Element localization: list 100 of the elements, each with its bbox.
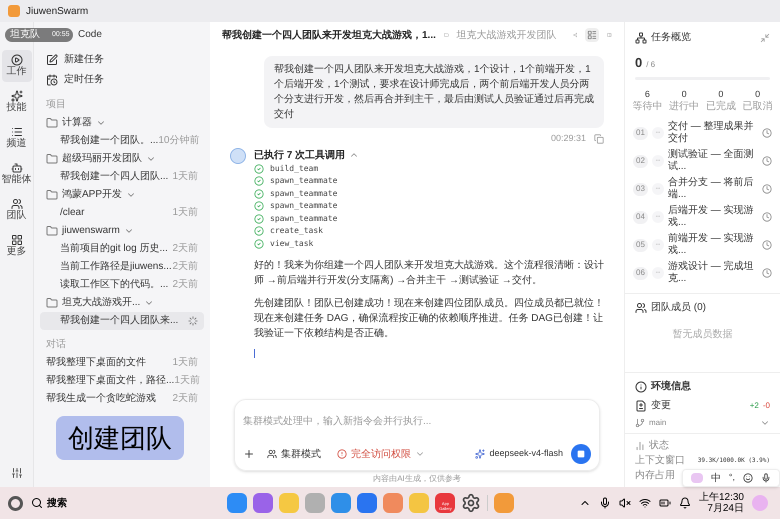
model-selector[interactable]: deepseek-v4-flash [475, 447, 563, 461]
settings-app-icon[interactable] [461, 493, 482, 513]
user-message: 帮我创建一个四人团队来开发坦克大战游戏，1个设计，1个前端开发，1个后端开发，1个测试，要求在设计师完成后，两个前后端开发人员分两个分支进行开发，然后再合并到主干，最后由测试人员验证通过后再完成交付 [264, 56, 604, 128]
stat-label: 进行中 [669, 101, 700, 113]
task-index: 03 [633, 182, 648, 196]
task-index: 04 [633, 210, 648, 224]
sidebar-action[interactable]: 定时任务 [40, 70, 204, 90]
rail-tab[interactable]: 技能 [2, 86, 32, 118]
tool-name: spawn_teammate [270, 175, 338, 188]
status-icon [635, 440, 645, 450]
collapse-icon[interactable] [760, 32, 770, 42]
project-item[interactable]: jiuwenswarm [40, 222, 204, 240]
rail-tab[interactable]: 团队 [2, 194, 32, 226]
project-item[interactable]: 坦克大战游戏开... [40, 294, 204, 312]
folder-label: 坦克大战游戏开发团队 [456, 28, 557, 42]
sidebar-action[interactable]: 新建任务 [40, 50, 204, 70]
stop-button[interactable] [571, 444, 591, 464]
rail-tab[interactable]: 频道 [2, 122, 32, 154]
chat-item[interactable]: 帮我生成一个贪吃蛇游戏 2天前 [40, 390, 204, 408]
tool-name: spawn_teammate [270, 212, 338, 225]
session-item[interactable]: 当前项目的git log 历史... 2天前 [40, 240, 204, 258]
folder-icon [46, 225, 58, 237]
ime-language[interactable]: 中 [710, 470, 721, 486]
sparkle-icon [475, 449, 486, 459]
window-title: JiuwenSwarm [26, 4, 88, 18]
clock-icon [762, 212, 772, 222]
play-icon [10, 54, 22, 66]
recording-pill [5, 28, 73, 42]
assistant-avatar [230, 148, 246, 164]
chat-item[interactable]: 帮我整理下桌面的文件 1天前 [40, 354, 204, 372]
rail-tab[interactable]: 智能体 [2, 158, 32, 190]
session-item[interactable]: 帮我创建一个四人团队... 1天前 [40, 168, 204, 186]
app-icon[interactable] [357, 493, 378, 513]
mic-icon[interactable] [761, 473, 771, 483]
panel-icon[interactable] [607, 30, 612, 40]
robot-icon [10, 162, 22, 174]
project-item[interactable]: 鸿蒙APP开发 [40, 186, 204, 204]
app-icon[interactable] [253, 493, 274, 513]
session-item[interactable]: 读取工作区下的代码。... 2天前 [40, 276, 204, 294]
alert-icon [337, 449, 347, 459]
stat-value: 6 [644, 88, 650, 100]
stat-label: 已取消 [742, 101, 773, 113]
settings-icon[interactable] [10, 467, 22, 479]
sparkle-icon [10, 90, 22, 102]
mode-button[interactable]: 集群模式 [263, 446, 325, 462]
message-time: 00:29:31 [550, 132, 586, 145]
ime-mode-icon [690, 473, 703, 483]
stat-label: 等待中 [632, 101, 662, 113]
tool-name: spawn_teammate [270, 200, 338, 212]
app-icon[interactable] [227, 493, 248, 513]
start-button[interactable] [8, 496, 23, 510]
section-label: 项目 [45, 98, 67, 112]
emoji-icon[interactable] [743, 473, 753, 483]
project-item[interactable]: 超级玛丽开发团队 [40, 150, 204, 168]
folder-icon [46, 297, 58, 309]
total-count: / 6 [646, 59, 656, 71]
caption-badge: 创建团队 [56, 416, 184, 460]
people-icon [267, 449, 277, 459]
add-icon[interactable] [243, 448, 255, 460]
tool-name: create_task [270, 225, 323, 238]
people-icon [10, 198, 22, 210]
rail-tab[interactable]: 更多 [2, 230, 32, 262]
clock-icon [762, 240, 772, 250]
app-icon[interactable] [331, 493, 352, 513]
mic-icon[interactable] [598, 497, 611, 509]
section-title: 环境信息 [651, 379, 691, 394]
changes-label: 变更 [651, 398, 671, 413]
battery-icon[interactable] [658, 497, 671, 509]
memory-label: 内存占用 [635, 468, 675, 483]
app-logo-icon [8, 5, 20, 17]
session-item[interactable]: /clear 1天前 [40, 204, 204, 222]
added-count: +2 [750, 400, 759, 412]
section-title: 团队成员 (0) [651, 300, 706, 315]
mute-icon[interactable] [618, 497, 631, 509]
session-item[interactable]: 当前工作路径是jiuwens...2天前 [40, 258, 204, 276]
bell-icon[interactable] [678, 497, 691, 509]
section-label: 对话 [45, 338, 67, 352]
branch-selector[interactable]: main [635, 417, 770, 429]
session-item[interactable]: 帮我创建一个四人团队来... [40, 312, 204, 330]
layout-button[interactable] [585, 28, 600, 42]
calendar-icon [46, 74, 58, 86]
chat-item[interactable]: 帮我整理下桌面文件，路径...1天前 [40, 372, 204, 390]
rail-tab[interactable]: 工作 [2, 50, 32, 82]
section-title: 状态 [649, 438, 669, 453]
composer-field[interactable]: 集群模式处理中，输入新指令会并行执行... 集群模式 完全访问权限 deepseek-v4-flash [234, 399, 600, 471]
clock-time: 上午12:30 [698, 492, 744, 503]
folder-icon [46, 189, 58, 201]
copy-icon[interactable] [594, 134, 604, 144]
session-item[interactable]: 帮我创建一个团队。...10分钟前 [40, 132, 204, 150]
assistant-paragraph: 好的！我来为你组建一个四人团队来开发坦克大战游戏。这个流程很清晰：设计师 →前后端并行开发(分支隔离) →合并主干 →测试验证 →交付。 [254, 258, 604, 288]
ime-punctuation[interactable]: °, [728, 471, 735, 485]
assistant-paragraph: 先创建团队！团队已创建成功！现在来创建四位团队成员。四位成员都已就位！现在来创建任务 DAG，确保流程按正确的依赖顺序推进。任务 DAG已创建！让我验证一下依赖结构是否正确。 [254, 296, 604, 341]
search-button[interactable]: 搜索 [31, 496, 67, 510]
task-tree-icon [635, 32, 647, 44]
project-item[interactable]: 计算器 [40, 114, 204, 132]
tool-summary-toggle[interactable]: 已执行 7 次工具调用 [254, 148, 360, 162]
edit-icon [46, 54, 58, 66]
permission-button[interactable]: 完全访问权限 [333, 446, 429, 462]
task-index: 02 [633, 154, 648, 168]
recorder-label: 坦克队 [10, 28, 40, 42]
